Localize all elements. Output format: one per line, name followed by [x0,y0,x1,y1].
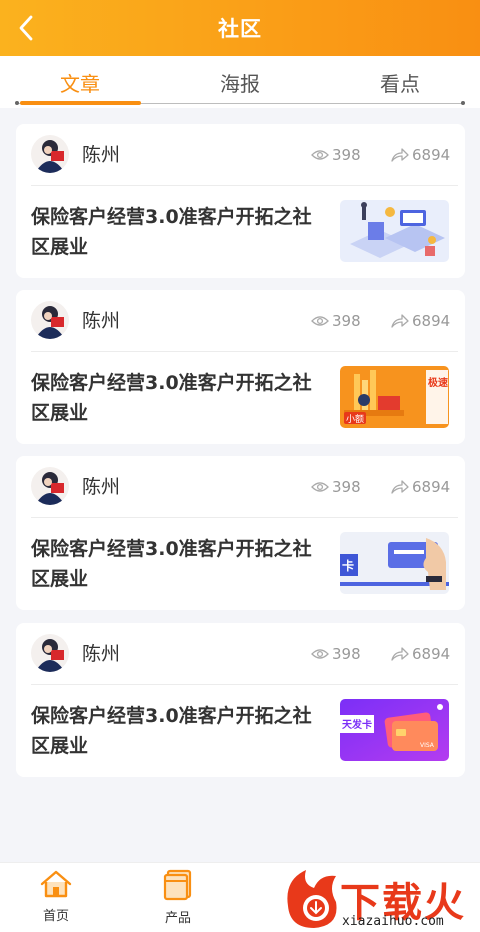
post-card[interactable]: 陈州 398 6894 保险客户经营3.0准客户开拓之社区展业 VISA 天发卡 [16,623,465,777]
tab-bar: 文章 海报 看点 [0,56,480,108]
active-tab-indicator [20,101,141,105]
share-count-value: 6894 [412,478,451,496]
share-count-value: 6894 [412,645,451,663]
product-icon [163,869,192,901]
share-count[interactable]: 6894 [391,312,450,330]
nav-home[interactable]: 首页 [21,869,91,924]
share-count[interactable]: 6894 [391,645,450,663]
watermark-url: xiazaihuo.com [342,914,444,929]
divider [31,185,458,186]
tab-highlights[interactable]: 看点 [320,68,480,97]
post-header: 陈州 398 6894 [16,290,465,352]
post-card[interactable]: 陈州 398 6894 保险客户经营3.0准客户开拓之社区展业 [16,124,465,278]
author-name: 陈州 [82,310,121,332]
avatar [31,135,69,173]
post-thumbnail[interactable] [340,200,449,262]
divider [31,517,458,518]
share-icon [391,314,409,328]
post-title[interactable]: 保险客户经营3.0准客户开拓之社区展业 [31,368,321,428]
share-count-value: 6894 [412,312,451,330]
post-thumbnail[interactable]: 极速 小额 [340,366,449,428]
chevron-left-icon [19,15,33,41]
thumbnail-text: 小额 [346,413,364,425]
share-icon [391,480,409,494]
avatar [31,467,69,505]
post-card[interactable]: 陈州 398 6894 保险客户经营3.0准客户开拓之社区展业 卡 [16,456,465,610]
tab-articles[interactable]: 文章 [0,68,160,97]
tab-divider-dot [461,101,465,105]
share-count[interactable]: 6894 [391,146,450,164]
nav-products[interactable]: 产品 [143,869,213,926]
avatar [31,301,69,339]
view-count-value: 398 [332,645,361,663]
eye-icon [311,649,329,659]
nav-products-label: 产品 [164,911,191,926]
view-count-value: 398 [332,478,361,496]
home-icon [40,870,72,898]
thumbnail-text: 天发卡 [342,718,372,731]
eye-icon [311,150,329,160]
tab-posters[interactable]: 海报 [160,68,320,97]
post-header: 陈州 398 6894 [16,456,465,518]
view-count: 398 [311,645,361,663]
page-title: 社区 [218,17,262,41]
author-name: 陈州 [82,643,121,665]
divider [31,351,458,352]
share-count-value: 6894 [412,146,451,164]
view-count-value: 398 [332,312,361,330]
eye-icon [311,482,329,492]
author-name: 陈州 [82,476,121,498]
view-count: 398 [311,312,361,330]
share-icon [391,647,409,661]
share-icon [391,148,409,162]
author-name: 陈州 [82,144,121,166]
svg-text:极速: 极速 [428,376,448,389]
svg-text:VISA: VISA [420,742,435,749]
divider [31,684,458,685]
tab-divider-dot [15,101,19,105]
share-count[interactable]: 6894 [391,478,450,496]
post-header: 陈州 398 6894 [16,124,465,186]
nav-home-label: 首页 [42,909,69,924]
back-button[interactable] [8,10,44,46]
post-card[interactable]: 陈州 398 6894 保险客户经营3.0准客户开拓之社区展业 极速 小额 [16,290,465,444]
app-header: 社区 [0,0,480,56]
view-count-value: 398 [332,146,361,164]
post-thumbnail[interactable]: VISA 天发卡 [340,699,449,761]
post-title[interactable]: 保险客户经营3.0准客户开拓之社区展业 [31,701,321,761]
post-thumbnail[interactable]: 卡 [340,532,449,594]
avatar [31,634,69,672]
post-title[interactable]: 保险客户经营3.0准客户开拓之社区展业 [31,202,321,262]
svg-text:卡: 卡 [342,558,354,573]
post-title[interactable]: 保险客户经营3.0准客户开拓之社区展业 [31,534,321,594]
eye-icon [311,316,329,326]
post-header: 陈州 398 6894 [16,623,465,685]
view-count: 398 [311,478,361,496]
view-count: 398 [311,146,361,164]
